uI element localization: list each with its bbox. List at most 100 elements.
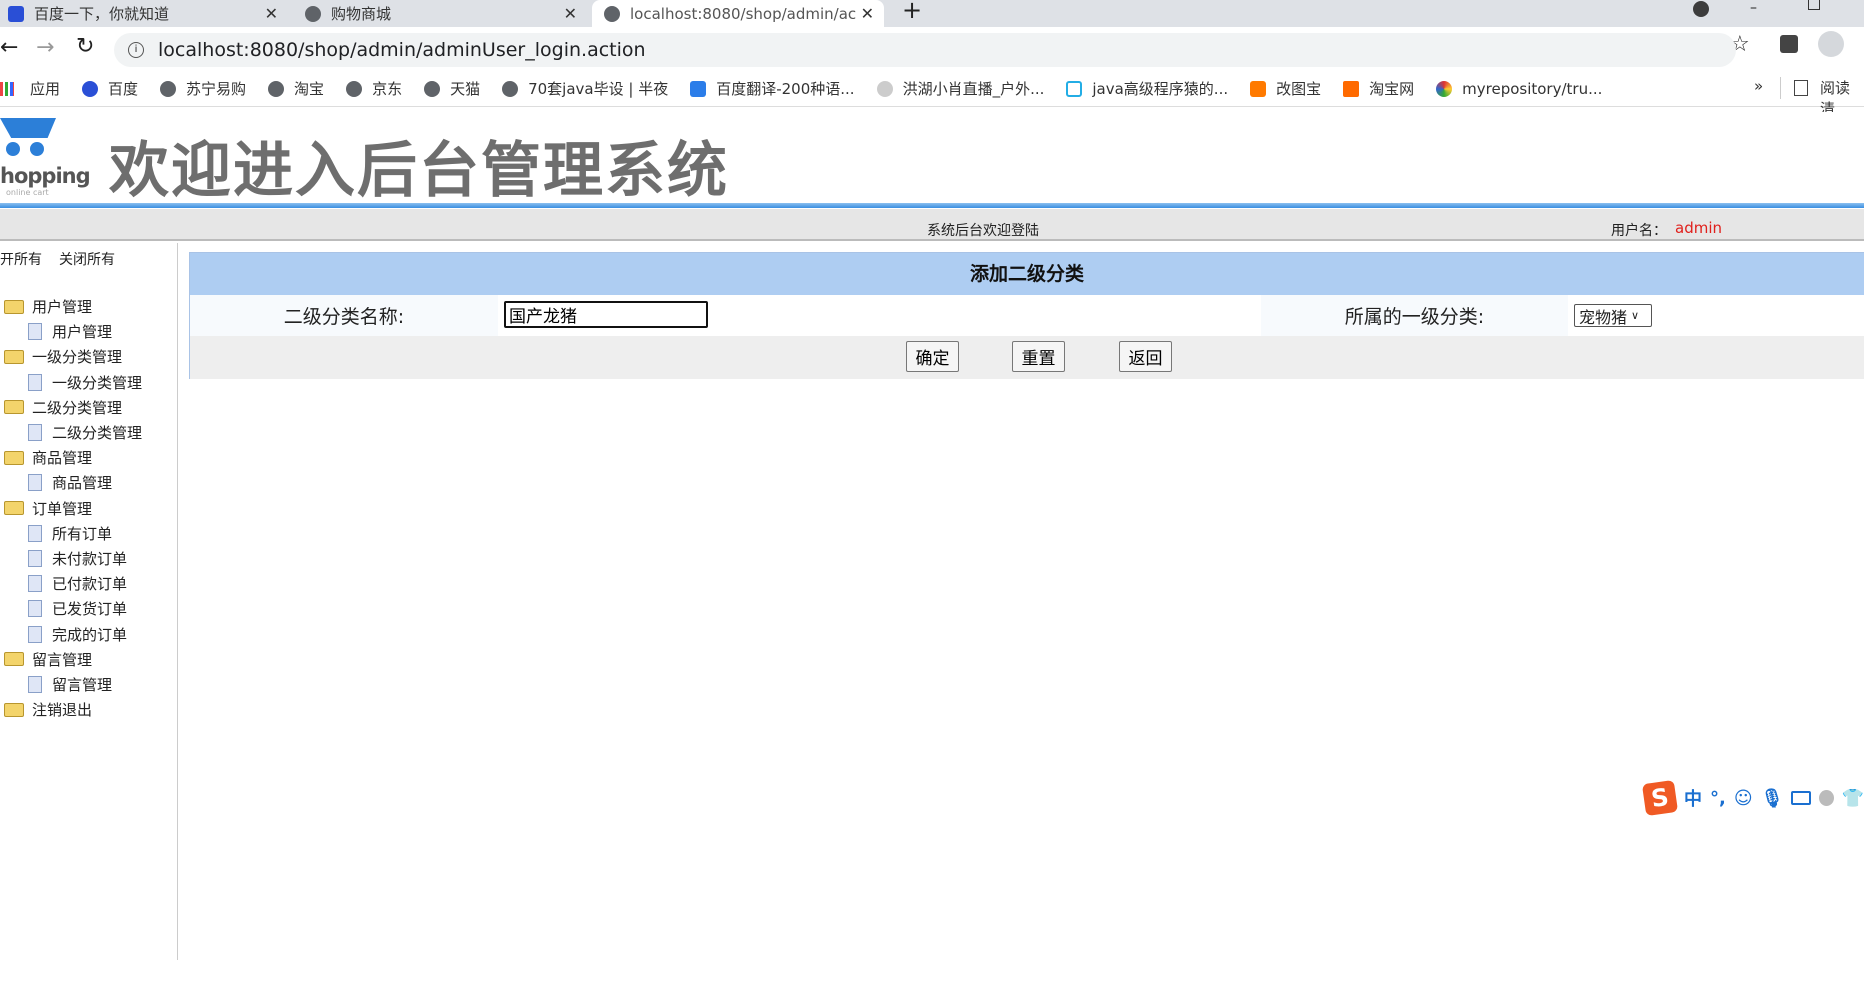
tab-baidu[interactable]: 百度一下，你就知道 ✕	[0, 0, 288, 27]
bookmark-apps[interactable]: 应用	[30, 78, 60, 99]
bookmark-item[interactable]: 70套java毕设 | 半夜	[528, 78, 668, 99]
sidebar-group[interactable]: 留言管理	[4, 647, 92, 672]
close-tab-icon[interactable]: ✕	[861, 4, 874, 23]
reset-button[interactable]: 重置	[1012, 341, 1065, 372]
emoji-icon[interactable]: ☺	[1734, 788, 1753, 809]
bookmark-item[interactable]: myrepository/tru...	[1462, 80, 1602, 98]
collapse-all-link[interactable]: 关闭所有	[59, 249, 115, 269]
back-button[interactable]: 返回	[1119, 341, 1172, 372]
bookmark-item[interactable]: java高级程序猿的...	[1092, 78, 1228, 99]
sidebar-group[interactable]: 订单管理	[4, 496, 92, 521]
sidebar-item[interactable]: 已付款订单	[28, 571, 127, 596]
ime-mode-toggle[interactable]: 中	[1684, 785, 1702, 811]
restore-icon[interactable]	[1808, 0, 1820, 10]
baidu-icon	[82, 80, 99, 97]
more-bookmarks-button[interactable]: »	[1754, 77, 1763, 95]
header-divider	[0, 203, 1864, 208]
bookmark-item[interactable]: 京东	[372, 78, 402, 99]
sidebar-item-label: 用户管理	[52, 323, 113, 342]
profile-avatar[interactable]	[1818, 31, 1844, 57]
sidebar-item[interactable]: 所有订单	[28, 521, 112, 546]
page-icon	[28, 323, 42, 341]
sidebar-item[interactable]: 二级分类管理	[28, 420, 142, 445]
sidebar-item[interactable]: 已发货订单	[28, 596, 127, 621]
sidebar-group-label: 商品管理	[32, 449, 93, 468]
bookmark-item[interactable]: 洪湖小肖直播_户外...	[903, 78, 1045, 99]
subcategory-name-input[interactable]	[504, 301, 708, 328]
parent-category-label: 所属的一级分类:	[1261, 295, 1568, 336]
sidebar-item-label: 一级分类管理	[52, 373, 143, 392]
expand-all-link[interactable]: 开所有	[0, 249, 42, 269]
bird-icon	[876, 80, 893, 97]
user-tools-icon[interactable]	[1818, 790, 1834, 806]
translate-icon	[690, 80, 707, 97]
reload-icon[interactable]: ↻	[76, 34, 94, 59]
back-icon[interactable]: ←	[0, 35, 18, 60]
sidebar-item-label: 所有订单	[52, 524, 113, 543]
info-icon[interactable]: i	[128, 42, 144, 58]
bookmark-item[interactable]: 苏宁易购	[186, 78, 246, 99]
new-tab-button[interactable]: +	[902, 0, 922, 24]
sidebar-item-label: 完成的订单	[52, 625, 128, 644]
name-label: 二级分类名称:	[190, 295, 498, 336]
sidebar-item-label: 未付款订单	[52, 550, 128, 568]
microphone-icon[interactable]: 🎙	[1761, 788, 1784, 809]
tab-admin[interactable]: localhost:8080/shop/admin/ac ✕	[592, 0, 884, 27]
bookmark-item[interactable]: 改图宝	[1276, 78, 1321, 99]
logo-text: hopping	[0, 164, 91, 188]
close-tab-icon[interactable]: ✕	[564, 4, 577, 23]
close-tab-icon[interactable]: ✕	[265, 4, 278, 23]
keyboard-icon[interactable]	[1791, 791, 1811, 805]
gaitubao-icon	[1250, 80, 1267, 97]
skin-icon[interactable]: 👕	[1842, 788, 1864, 809]
address-bar[interactable]: i localhost:8080/shop/admin/adminUser_lo…	[114, 33, 1736, 67]
sidebar-item[interactable]: 未付款订单	[28, 546, 127, 571]
reading-list-icon	[1794, 80, 1808, 96]
sidebar-group[interactable]: 用户管理	[4, 294, 92, 319]
sidebar-group-label: 注销退出	[32, 701, 93, 720]
page-icon	[28, 424, 42, 441]
extensions-icon[interactable]	[1780, 35, 1798, 53]
baidu-icon	[8, 5, 24, 22]
sidebar-group[interactable]: 商品管理	[4, 445, 92, 470]
sidebar-group[interactable]: 一级分类管理	[4, 344, 122, 369]
sidebar-group-label: 二级分类管理	[32, 398, 123, 417]
confirm-button[interactable]: 确定	[906, 341, 959, 372]
chevron-down-icon: ∨	[1631, 309, 1640, 322]
bookmark-item[interactable]: 百度翻译-200种语...	[716, 78, 854, 99]
sidebar-item[interactable]: 用户管理	[28, 319, 112, 344]
tab-shop[interactable]: 购物商城 ✕	[297, 0, 587, 27]
minimize-icon[interactable]: –	[1750, 0, 1757, 16]
button-row: 确定 重置 返回	[190, 336, 1864, 379]
sidebar-item[interactable]: 一级分类管理	[28, 370, 142, 395]
ime-punct-toggle[interactable]: °,	[1710, 788, 1726, 809]
tab-search-icon[interactable]	[1693, 1, 1709, 17]
tab-title: 百度一下，你就知道	[34, 5, 170, 23]
form-title: 添加二级分类	[190, 253, 1864, 295]
forward-icon[interactable]: →	[36, 35, 54, 60]
sogou-logo-icon[interactable]: S	[1641, 779, 1679, 817]
bilibili-icon	[1066, 80, 1083, 97]
bookmark-item[interactable]: 天猫	[450, 78, 480, 99]
bookmark-item[interactable]: 淘宝网	[1369, 78, 1414, 99]
bookmark-item[interactable]: 淘宝	[294, 78, 324, 99]
bookmarks-bar: 应用 百度 苏宁易购 淘宝 京东 天猫 70套java毕设 | 半夜 百度翻译-…	[0, 71, 1864, 118]
selected-option: 宠物猪	[1579, 307, 1628, 327]
folder-icon	[4, 349, 24, 364]
tab-title: 购物商城	[331, 5, 392, 23]
bookmark-item[interactable]: 百度	[108, 78, 138, 99]
sidebar-group-label: 订单管理	[32, 499, 93, 518]
page-icon	[28, 575, 42, 593]
sidebar-group[interactable]: 注销退出	[4, 697, 92, 722]
sidebar-item-label: 已发货订单	[52, 600, 128, 619]
sidebar-group[interactable]: 二级分类管理	[4, 395, 122, 420]
page-icon	[28, 550, 42, 567]
sidebar-item[interactable]: 完成的订单	[28, 622, 127, 647]
folder-icon	[4, 501, 24, 516]
parent-category-select[interactable]: 宠物猪 ∨	[1574, 304, 1652, 327]
sidebar-group-label: 一级分类管理	[32, 348, 123, 367]
sidebar-group-label: 用户管理	[32, 298, 93, 316]
sidebar-item[interactable]: 留言管理	[28, 672, 112, 697]
sidebar-item[interactable]: 商品管理	[28, 470, 112, 495]
url-text[interactable]: localhost:8080/shop/admin/adminUser_logi…	[158, 39, 646, 61]
